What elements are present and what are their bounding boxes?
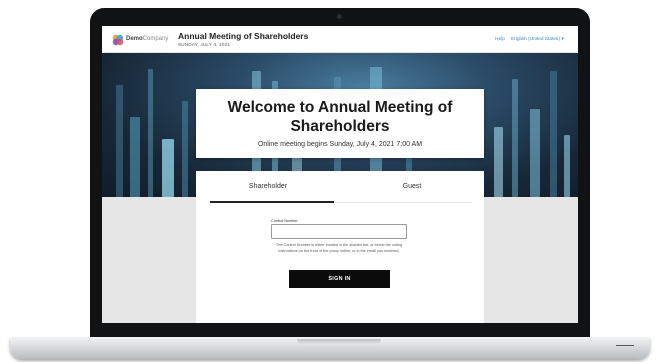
meeting-title: Annual Meeting of Shareholders xyxy=(178,31,309,41)
camera-icon xyxy=(337,14,342,19)
welcome-card: Welcome to Annual Meeting of Shareholder… xyxy=(196,89,484,158)
control-number-input[interactable] xyxy=(271,224,407,239)
sign-in-button[interactable]: SIGN IN xyxy=(289,270,390,288)
help-link[interactable]: Help xyxy=(495,37,505,42)
active-tab-indicator xyxy=(210,201,334,203)
meeting-date: SUNDAY, JULY 4, 2021 xyxy=(178,42,231,47)
login-card: Shareholder Guest Control Number The Con… xyxy=(196,171,484,323)
control-number-label: Control Number xyxy=(271,219,298,223)
democompany-logo-icon xyxy=(112,34,124,46)
top-navigation-bar: DemoCompany Annual Meeting of Shareholde… xyxy=(102,26,578,53)
company-logo-text: DemoCompany xyxy=(126,36,169,42)
control-number-help-text: The Control Number is either located in … xyxy=(275,243,403,253)
tab-guest[interactable]: Guest xyxy=(340,171,484,202)
tab-shareholder[interactable]: Shareholder xyxy=(196,171,340,202)
laptop-base-detail xyxy=(616,345,634,346)
meeting-start-time: Online meeting begins Sunday, July 4, 20… xyxy=(257,141,423,148)
browser-screen: DemoCompany Annual Meeting of Shareholde… xyxy=(102,26,578,323)
language-selector[interactable]: English (United States) ▾ xyxy=(511,37,564,42)
laptop-notch xyxy=(297,339,381,345)
welcome-heading: Welcome to Annual Meeting of Shareholder… xyxy=(227,99,453,135)
